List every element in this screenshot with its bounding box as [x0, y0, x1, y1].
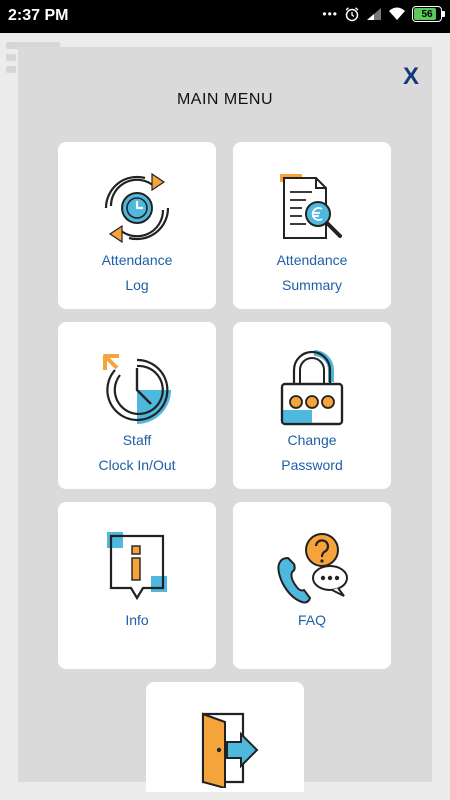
status-time: 2:37 PM [8, 7, 69, 24]
clock-in-out-icon [103, 354, 171, 424]
tile-label-line2: Log [125, 277, 149, 293]
tile-label-line1: Attendance [276, 252, 348, 268]
tile-label-line2: Summary [282, 277, 342, 293]
battery-percent: 56 [421, 8, 433, 20]
info-tile[interactable]: Info [58, 502, 216, 669]
tile-label-line2: Clock In/Out [98, 457, 176, 473]
menu-title: MAIN MENU [176, 91, 274, 108]
main-menu-dialog: X MAIN MENU Attendance Log Attendance Su… [18, 47, 432, 792]
attendance-summary-tile[interactable]: Attendance Summary [233, 142, 391, 309]
logout-tile[interactable] [146, 682, 304, 792]
info-icon [107, 532, 167, 601]
notification-dots-icon: ••• [322, 7, 338, 21]
battery-icon: 56 [412, 6, 445, 22]
status-icons: ••• 56 [322, 6, 445, 22]
logout-icon [201, 712, 259, 788]
attendance-log-tile[interactable]: Attendance Log [58, 142, 216, 309]
tile-label: FAQ [297, 612, 326, 628]
change-password-tile[interactable]: Change Password [233, 322, 391, 489]
status-bar: 2:37 PM ••• 56 [0, 0, 450, 33]
attendance-log-icon [104, 172, 170, 244]
tile-label-line2: Password [281, 457, 343, 473]
tile-label-line1: Attendance [101, 252, 173, 268]
attendance-summary-icon [280, 174, 342, 239]
tile-label-line1: Change [287, 432, 337, 448]
wifi-icon [389, 7, 405, 20]
tile-label-line1: Staff [122, 432, 152, 448]
staff-clock-tile[interactable]: Staff Clock In/Out [58, 322, 216, 489]
faq-tile[interactable]: FAQ [233, 502, 391, 669]
padlock-icon [280, 350, 344, 426]
close-button[interactable]: X [403, 63, 419, 91]
signal-icon [367, 8, 381, 20]
tile-label: Info [125, 612, 149, 628]
alarm-icon [345, 7, 359, 22]
faq-icon [277, 533, 348, 604]
